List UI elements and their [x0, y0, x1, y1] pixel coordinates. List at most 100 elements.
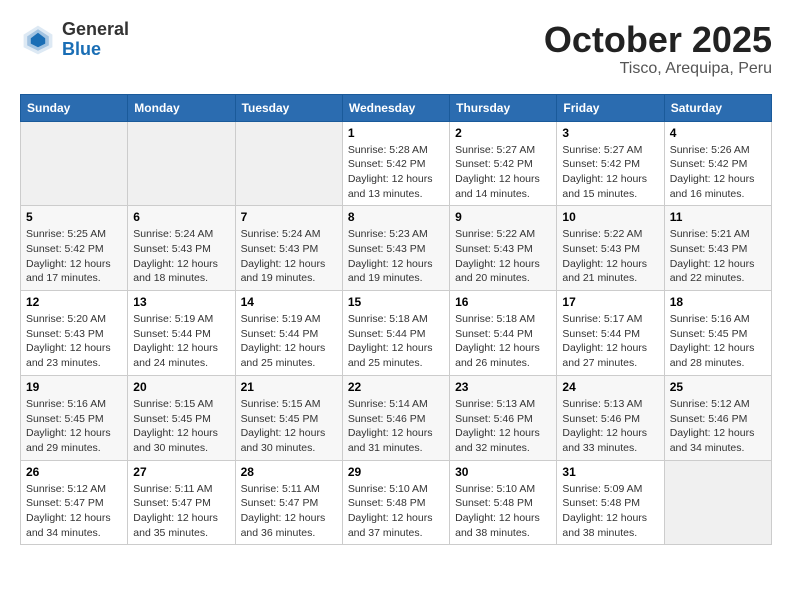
calendar-cell: 14 Sunrise: 5:19 AM Sunset: 5:44 PM Dayli…: [235, 291, 342, 376]
day-info: Sunrise: 5:28 AM Sunset: 5:42 PM Dayligh…: [348, 143, 444, 202]
calendar-cell: 5 Sunrise: 5:25 AM Sunset: 5:42 PM Daylig…: [21, 206, 128, 291]
day-info: Sunrise: 5:26 AM Sunset: 5:42 PM Dayligh…: [670, 143, 766, 202]
day-info: Sunrise: 5:21 AM Sunset: 5:43 PM Dayligh…: [670, 227, 766, 286]
day-number: 1: [348, 126, 444, 140]
calendar-cell: 6 Sunrise: 5:24 AM Sunset: 5:43 PM Daylig…: [128, 206, 235, 291]
day-number: 7: [241, 210, 337, 224]
calendar-cell: 23Sunrise: 5:13 AM Sunset: 5:46 PM Dayli…: [450, 375, 557, 460]
day-info: Sunrise: 5:23 AM Sunset: 5:43 PM Dayligh…: [348, 227, 444, 286]
day-info: Sunrise: 5:12 AM Sunset: 5:46 PM Dayligh…: [670, 397, 766, 456]
day-info: Sunrise: 5:27 AM Sunset: 5:42 PM Dayligh…: [455, 143, 551, 202]
day-number: 20: [133, 380, 229, 394]
calendar-cell: 10Sunrise: 5:22 AM Sunset: 5:43 PM Dayli…: [557, 206, 664, 291]
day-info: Sunrise: 5:18 AM Sunset: 5:44 PM Dayligh…: [348, 312, 444, 371]
weekday-header-friday: Friday: [557, 94, 664, 121]
weekday-header-sunday: Sunday: [21, 94, 128, 121]
day-number: 4: [670, 126, 766, 140]
day-number: 28: [241, 465, 337, 479]
day-info: Sunrise: 5:10 AM Sunset: 5:48 PM Dayligh…: [348, 482, 444, 541]
calendar-week-row: 5 Sunrise: 5:25 AM Sunset: 5:42 PM Daylig…: [21, 206, 772, 291]
day-info: Sunrise: 5:18 AM Sunset: 5:44 PM Dayligh…: [455, 312, 551, 371]
calendar-cell: 2 Sunrise: 5:27 AM Sunset: 5:42 PM Daylig…: [450, 121, 557, 206]
calendar-cell: 26 Sunrise: 5:12 AM Sunset: 5:47 PM Dayli…: [21, 460, 128, 545]
day-info: Sunrise: 5:20 AM Sunset: 5:43 PM Dayligh…: [26, 312, 122, 371]
day-number: 14: [241, 295, 337, 309]
day-info: Sunrise: 5:09 AM Sunset: 5:48 PM Dayligh…: [562, 482, 658, 541]
logo-text: General Blue: [62, 20, 129, 60]
day-number: 18: [670, 295, 766, 309]
calendar-subtitle: Tisco, Arequipa, Peru: [544, 60, 772, 78]
calendar-cell: [21, 121, 128, 206]
title-block: October 2025 Tisco, Arequipa, Peru: [544, 20, 772, 78]
calendar-cell: 7Sunrise: 5:24 AM Sunset: 5:43 PM Daylig…: [235, 206, 342, 291]
calendar-cell: 18 Sunrise: 5:16 AM Sunset: 5:45 PM Dayli…: [664, 291, 771, 376]
calendar-title: October 2025: [544, 20, 772, 60]
calendar-cell: 25 Sunrise: 5:12 AM Sunset: 5:46 PM Dayli…: [664, 375, 771, 460]
day-number: 16: [455, 295, 551, 309]
calendar-cell: 30Sunrise: 5:10 AM Sunset: 5:48 PM Dayli…: [450, 460, 557, 545]
calendar-cell: 9Sunrise: 5:22 AM Sunset: 5:43 PM Daylig…: [450, 206, 557, 291]
calendar-cell: 13 Sunrise: 5:19 AM Sunset: 5:44 PM Dayli…: [128, 291, 235, 376]
calendar-week-row: 19 Sunrise: 5:16 AM Sunset: 5:45 PM Dayli…: [21, 375, 772, 460]
calendar-cell: 4 Sunrise: 5:26 AM Sunset: 5:42 PM Daylig…: [664, 121, 771, 206]
day-number: 8: [348, 210, 444, 224]
page-header: General Blue October 2025 Tisco, Arequip…: [20, 20, 772, 78]
day-info: Sunrise: 5:16 AM Sunset: 5:45 PM Dayligh…: [26, 397, 122, 456]
calendar-cell: 8 Sunrise: 5:23 AM Sunset: 5:43 PM Daylig…: [342, 206, 449, 291]
day-number: 15: [348, 295, 444, 309]
logo: General Blue: [20, 20, 129, 60]
day-info: Sunrise: 5:15 AM Sunset: 5:45 PM Dayligh…: [241, 397, 337, 456]
day-number: 13: [133, 295, 229, 309]
day-number: 17: [562, 295, 658, 309]
day-number: 19: [26, 380, 122, 394]
calendar-week-row: 12 Sunrise: 5:20 AM Sunset: 5:43 PM Dayli…: [21, 291, 772, 376]
day-number: 3: [562, 126, 658, 140]
day-number: 6: [133, 210, 229, 224]
calendar-cell: 3Sunrise: 5:27 AM Sunset: 5:42 PM Daylig…: [557, 121, 664, 206]
day-number: 12: [26, 295, 122, 309]
calendar-cell: [235, 121, 342, 206]
day-number: 21: [241, 380, 337, 394]
day-number: 30: [455, 465, 551, 479]
day-number: 26: [26, 465, 122, 479]
day-info: Sunrise: 5:19 AM Sunset: 5:44 PM Dayligh…: [241, 312, 337, 371]
day-info: Sunrise: 5:22 AM Sunset: 5:43 PM Dayligh…: [562, 227, 658, 286]
day-info: Sunrise: 5:13 AM Sunset: 5:46 PM Dayligh…: [562, 397, 658, 456]
calendar-cell: 12 Sunrise: 5:20 AM Sunset: 5:43 PM Dayli…: [21, 291, 128, 376]
weekday-header-saturday: Saturday: [664, 94, 771, 121]
day-info: Sunrise: 5:11 AM Sunset: 5:47 PM Dayligh…: [241, 482, 337, 541]
weekday-header-thursday: Thursday: [450, 94, 557, 121]
weekday-header-wednesday: Wednesday: [342, 94, 449, 121]
day-info: Sunrise: 5:15 AM Sunset: 5:45 PM Dayligh…: [133, 397, 229, 456]
logo-general-text: General: [62, 20, 129, 40]
calendar-cell: 20 Sunrise: 5:15 AM Sunset: 5:45 PM Dayli…: [128, 375, 235, 460]
weekday-header-row: SundayMondayTuesdayWednesdayThursdayFrid…: [21, 94, 772, 121]
day-number: 25: [670, 380, 766, 394]
calendar-cell: [128, 121, 235, 206]
day-info: Sunrise: 5:17 AM Sunset: 5:44 PM Dayligh…: [562, 312, 658, 371]
calendar-cell: 16 Sunrise: 5:18 AM Sunset: 5:44 PM Dayli…: [450, 291, 557, 376]
calendar-week-row: 26 Sunrise: 5:12 AM Sunset: 5:47 PM Dayli…: [21, 460, 772, 545]
day-number: 2: [455, 126, 551, 140]
day-number: 27: [133, 465, 229, 479]
day-number: 11: [670, 210, 766, 224]
day-info: Sunrise: 5:22 AM Sunset: 5:43 PM Dayligh…: [455, 227, 551, 286]
day-number: 29: [348, 465, 444, 479]
day-info: Sunrise: 5:12 AM Sunset: 5:47 PM Dayligh…: [26, 482, 122, 541]
day-number: 22: [348, 380, 444, 394]
day-info: Sunrise: 5:24 AM Sunset: 5:43 PM Dayligh…: [133, 227, 229, 286]
calendar-cell: 31Sunrise: 5:09 AM Sunset: 5:48 PM Dayli…: [557, 460, 664, 545]
day-number: 23: [455, 380, 551, 394]
calendar-cell: 19 Sunrise: 5:16 AM Sunset: 5:45 PM Dayli…: [21, 375, 128, 460]
calendar-cell: 29 Sunrise: 5:10 AM Sunset: 5:48 PM Dayli…: [342, 460, 449, 545]
logo-icon: [20, 22, 56, 58]
day-info: Sunrise: 5:19 AM Sunset: 5:44 PM Dayligh…: [133, 312, 229, 371]
day-info: Sunrise: 5:16 AM Sunset: 5:45 PM Dayligh…: [670, 312, 766, 371]
day-info: Sunrise: 5:25 AM Sunset: 5:42 PM Dayligh…: [26, 227, 122, 286]
day-number: 5: [26, 210, 122, 224]
calendar-cell: 21 Sunrise: 5:15 AM Sunset: 5:45 PM Dayli…: [235, 375, 342, 460]
calendar-table: SundayMondayTuesdayWednesdayThursdayFrid…: [20, 94, 772, 546]
calendar-cell: 15 Sunrise: 5:18 AM Sunset: 5:44 PM Dayli…: [342, 291, 449, 376]
calendar-cell: [664, 460, 771, 545]
weekday-header-tuesday: Tuesday: [235, 94, 342, 121]
